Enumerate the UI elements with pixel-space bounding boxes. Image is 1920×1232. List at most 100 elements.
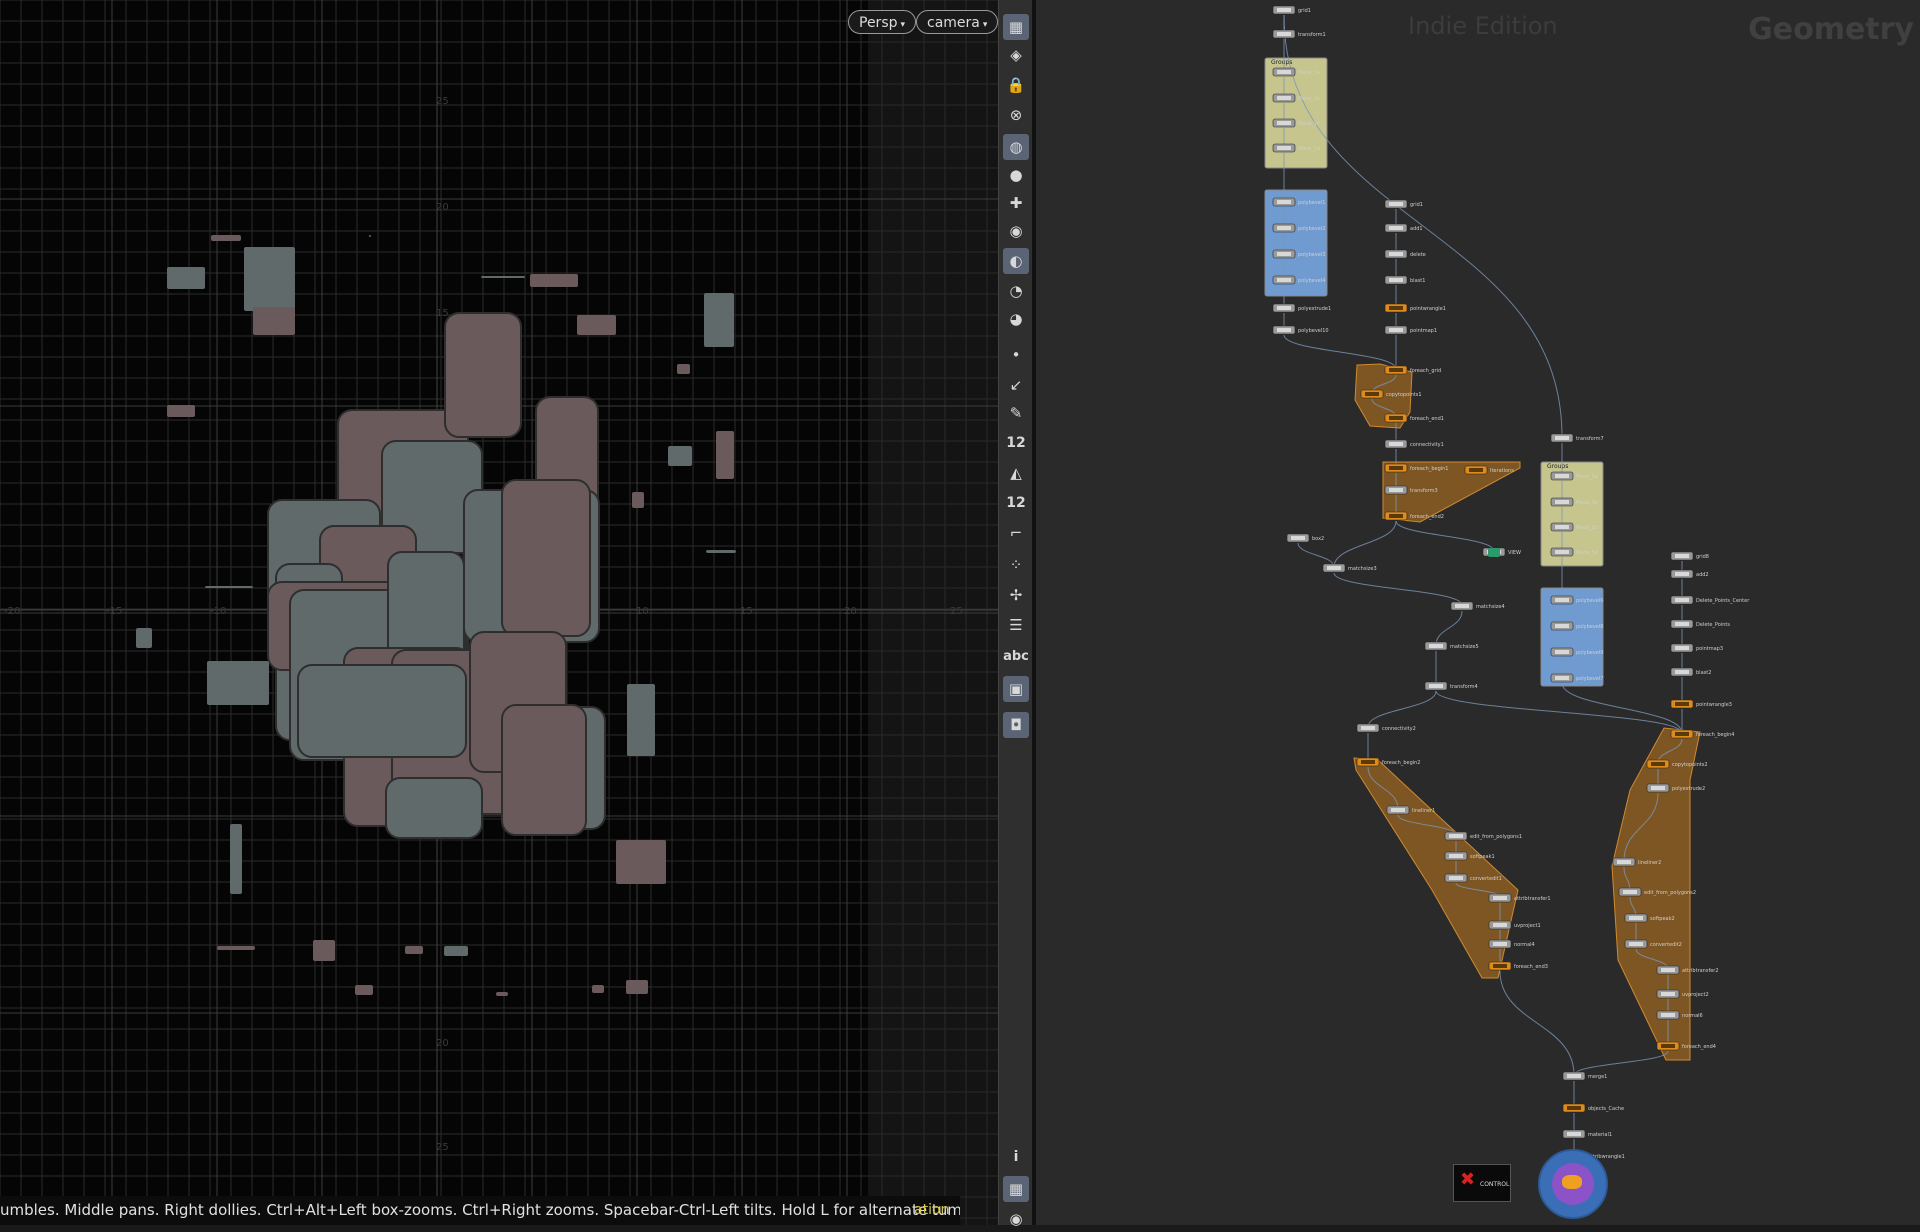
network-node[interactable]: foreach_end3 (1488, 961, 1548, 971)
viewport-mesh-piece (385, 777, 483, 839)
text-icon[interactable]: abc (1003, 644, 1029, 670)
network-node[interactable]: uvproject1 (1488, 920, 1541, 930)
network-node[interactable]: polybevel9 (1550, 647, 1603, 657)
network-node[interactable]: pointmap1 (1384, 325, 1437, 335)
node-icon (1661, 1013, 1675, 1017)
control-node[interactable]: ✖ CONTROL (1453, 1164, 1511, 1202)
brush-12-icon[interactable]: 12 (1003, 430, 1029, 456)
network-node[interactable]: foreach_end4 (1656, 1041, 1716, 1051)
network-node[interactable]: softpeak1 (1444, 851, 1495, 861)
pivot-icon[interactable]: ✢ (1003, 582, 1029, 608)
network-node[interactable]: transform4 (1424, 681, 1478, 691)
close-circle-icon[interactable]: ⊗ (1003, 102, 1029, 128)
network-node[interactable]: pointmap3 (1670, 643, 1723, 653)
pen-icon[interactable]: ✎ (1003, 400, 1029, 426)
network-node[interactable]: copytopoints2 (1646, 759, 1708, 769)
light-add-icon[interactable]: ✚ (1003, 190, 1029, 216)
image-icon[interactable]: ▣ (1003, 676, 1029, 702)
network-node[interactable]: connectivity1 (1384, 439, 1444, 449)
camera-icon[interactable]: ◔ (1003, 278, 1029, 304)
network-node[interactable]: polybevel3 (1272, 249, 1325, 259)
network-node[interactable]: material1 (1562, 1129, 1612, 1139)
network-node[interactable]: attribtransfer2 (1656, 965, 1719, 975)
network-node[interactable]: blast1 (1384, 275, 1425, 285)
quad-view-icon[interactable]: ▦ (1003, 1176, 1029, 1202)
network-node[interactable]: blast2 (1670, 667, 1711, 677)
network-node[interactable]: foreach_end1 (1384, 413, 1444, 423)
network-node[interactable]: Delete_Points (1670, 619, 1730, 629)
stack-icon[interactable]: ☰ (1003, 612, 1029, 638)
network-node[interactable]: transform3 (1384, 485, 1438, 495)
paint-12-icon[interactable]: 12 (1003, 490, 1029, 516)
network-node[interactable]: edit_from_polygons2 (1618, 887, 1696, 897)
light-camera-icon[interactable]: ◉ (1003, 218, 1029, 244)
network-node[interactable]: delete (1384, 249, 1426, 259)
network-node[interactable]: polybevel4 (1272, 275, 1325, 285)
network-node[interactable]: connectivity2 (1356, 723, 1416, 733)
network-node[interactable]: foreach_begin1 (1384, 463, 1449, 473)
measure-icon[interactable]: ⌐ (1003, 520, 1029, 546)
network-node[interactable]: add1 (1384, 223, 1423, 233)
network-node[interactable]: polybevel2 (1272, 223, 1325, 233)
rop-output-node[interactable] (1538, 1149, 1608, 1219)
network-node[interactable]: polyextrude2 (1646, 783, 1705, 793)
network-node[interactable]: grid8 (1670, 551, 1709, 561)
network-node[interactable]: edit_from_polygons1 (1444, 831, 1522, 841)
3d-viewport[interactable]: -20 -15 -10 10 15 20 25 25 20 15 20 25 Persp ▾ camer… (0, 0, 998, 1225)
network-node[interactable]: polybevel8 (1550, 621, 1603, 631)
axis-label: 25 (436, 96, 449, 107)
network-node[interactable]: transform1 (1272, 29, 1326, 39)
network-node[interactable]: softpeak2 (1624, 913, 1675, 923)
network-node[interactable]: foreach_begin2 (1356, 757, 1421, 767)
lock-icon[interactable]: 🔒 (1003, 72, 1029, 98)
network-node[interactable]: convertedit1 (1444, 873, 1502, 883)
network-node[interactable]: copytopoints1 (1360, 389, 1422, 399)
network-node[interactable]: Iterations (1464, 465, 1514, 475)
chevron-down-icon: ▾ (982, 20, 988, 30)
network-node[interactable]: matchsize4 (1450, 601, 1505, 611)
info-circle-icon[interactable]: ◍ (1003, 134, 1029, 160)
network-node[interactable]: matchsize5 (1424, 641, 1479, 651)
network-node[interactable]: foreach_end2 (1384, 511, 1444, 521)
network-node[interactable]: box2 (1286, 533, 1324, 543)
sphere-icon[interactable]: ◐ (1003, 248, 1029, 274)
network-node[interactable]: polybevel10 (1272, 325, 1329, 335)
pin-icon[interactable]: ◘ (1003, 712, 1029, 738)
network-node[interactable]: merge1 (1562, 1071, 1607, 1081)
light-bulb-icon[interactable]: ● (1003, 162, 1029, 188)
camera-add-icon[interactable]: ◕ (1003, 306, 1029, 332)
network-node[interactable]: polyextrude1 (1272, 303, 1331, 313)
network-node[interactable]: lineliner2 (1612, 857, 1661, 867)
network-editor[interactable]: Indie Edition Geometry Groups Groups grid1… (1036, 0, 1920, 1225)
network-node[interactable]: lineliner1 (1386, 805, 1435, 815)
node-icon (1449, 834, 1463, 838)
network-node[interactable]: grid1 (1384, 199, 1423, 209)
network-node[interactable]: Delete_Points_Center (1670, 595, 1750, 605)
network-node[interactable]: uvproject2 (1656, 989, 1709, 999)
network-node[interactable]: convertedit2 (1624, 939, 1682, 949)
layers-icon[interactable]: ▦ (1003, 14, 1029, 40)
network-node[interactable]: polybevel7 (1550, 673, 1603, 683)
snap-icon[interactable]: ⁘ (1003, 552, 1029, 578)
network-node[interactable]: add2 (1670, 569, 1709, 579)
network-node[interactable]: objects_Cache (1562, 1103, 1624, 1113)
curve-icon[interactable]: ↙ (1003, 372, 1029, 398)
view-menu-button[interactable]: Persp ▾ (848, 10, 917, 34)
network-node[interactable]: pointwrangle3 (1670, 699, 1732, 709)
network-node[interactable]: matchsize3 (1322, 563, 1377, 573)
network-node[interactable]: attribtransfer1 (1488, 893, 1551, 903)
network-node[interactable]: transform7 (1550, 433, 1604, 443)
network-node[interactable]: foreach_begin4 (1670, 729, 1735, 739)
display-icon[interactable]: ◈ (1003, 42, 1029, 68)
network-node[interactable]: grid1 (1272, 5, 1311, 15)
eye-icon[interactable]: ◉ (1003, 1206, 1029, 1232)
network-node[interactable]: polybevel1 (1272, 197, 1325, 207)
network-node[interactable]: polybevel6 (1550, 595, 1603, 605)
camera-menu-button[interactable]: camera ▾ (916, 10, 998, 34)
dot-icon[interactable]: • (1003, 342, 1029, 368)
info-icon[interactable]: i (1003, 1144, 1029, 1170)
network-node[interactable]: pointwrangle1 (1384, 303, 1446, 313)
network-node[interactable]: foreach_grid (1384, 365, 1441, 375)
paint-icon[interactable]: ◭ (1003, 460, 1029, 486)
network-node[interactable]: normal4 (1488, 939, 1535, 949)
